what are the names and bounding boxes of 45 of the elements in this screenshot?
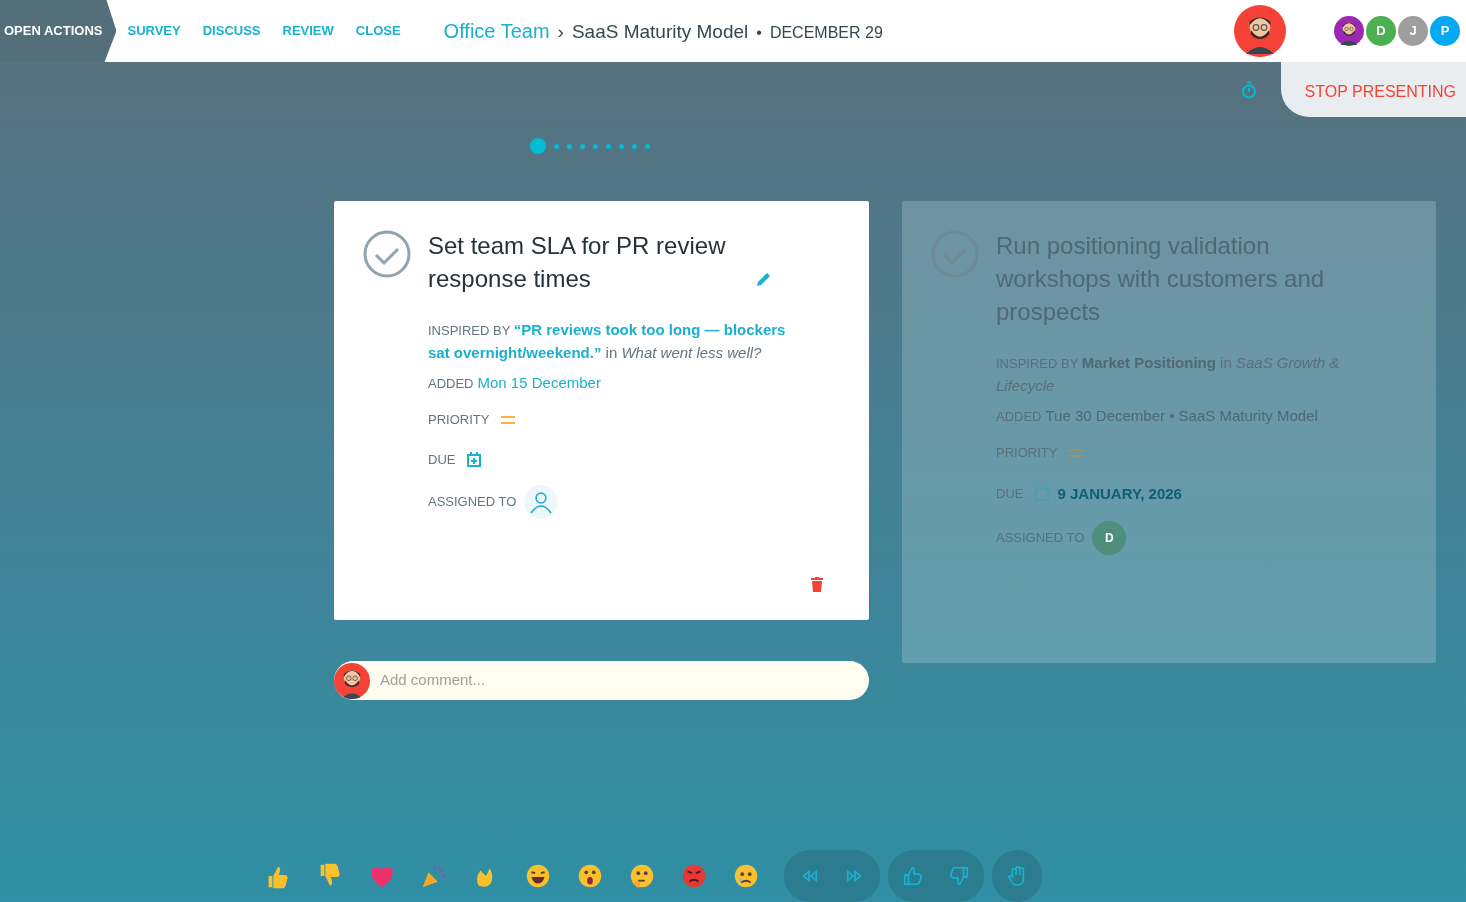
page-dot[interactable] xyxy=(567,143,572,149)
assigned-label: ASSIGNED TO xyxy=(428,493,517,512)
page-dot[interactable] xyxy=(554,143,559,149)
delete-trash-icon[interactable] xyxy=(811,577,823,592)
user-avatar[interactable] xyxy=(1234,5,1286,57)
separator-dot: • xyxy=(756,22,762,43)
page-dot[interactable] xyxy=(593,143,598,149)
inspired-by-text: INSPIRED BY “PR reviews took too long — blockers sat overnight/weekend.” in What went less well? xyxy=(428,320,787,363)
session-date: DECEMBER 29 xyxy=(769,22,883,43)
page-dot[interactable] xyxy=(580,143,585,149)
page-dot[interactable] xyxy=(606,143,611,149)
commenter-avatar xyxy=(334,662,370,699)
thumbs-down-outline-icon[interactable] xyxy=(948,865,970,887)
calendar-icon[interactable] xyxy=(467,451,482,467)
participant-avatar[interactable]: P xyxy=(1428,14,1462,48)
page-dot[interactable] xyxy=(530,138,546,154)
participant-avatar[interactable]: D xyxy=(1364,14,1398,48)
due-label: DUE xyxy=(428,450,456,469)
stage-tab[interactable]: OPEN ACTIONS xyxy=(0,0,117,62)
added-label: ADDED xyxy=(428,375,474,393)
comment-field[interactable]: Add comment... xyxy=(334,661,869,700)
stage-tab[interactable]: SURVEY xyxy=(116,0,192,62)
team-link[interactable]: Office Team xyxy=(443,15,550,46)
complete-check-icon[interactable] xyxy=(362,229,412,279)
priority-label: PRIORITY xyxy=(428,411,490,429)
board-title: SaaS Maturity Model xyxy=(571,19,749,44)
action-title: Set team SLA for PR review response times xyxy=(428,231,727,294)
stage-tab[interactable]: REVIEW xyxy=(271,0,345,62)
stop-presenting-button[interactable]: STOP PRESENTING xyxy=(1280,62,1466,117)
assignee-avatar[interactable]: D xyxy=(1092,521,1127,555)
page-dot[interactable] xyxy=(619,143,624,149)
edit-pencil-icon[interactable] xyxy=(756,271,772,287)
unassigned-user-icon[interactable] xyxy=(524,485,559,519)
stage-tab[interactable]: CLOSE xyxy=(344,0,412,62)
timer-icon[interactable] xyxy=(1240,80,1257,99)
thumbs-up-outline-icon[interactable] xyxy=(902,865,924,887)
added-date: Mon 15 December xyxy=(477,373,601,393)
participant-avatar[interactable]: J xyxy=(1396,14,1430,48)
stage-tab[interactable]: DISCUSS xyxy=(191,0,272,62)
medium-priority-icon[interactable] xyxy=(501,415,516,424)
page-dot[interactable] xyxy=(632,143,637,149)
breadcrumb-separator: › xyxy=(557,19,564,44)
page-dot[interactable] xyxy=(645,143,650,149)
due-date[interactable]: 9 JANUARY, 2026 xyxy=(1057,482,1182,505)
comment-input[interactable]: Add comment... xyxy=(378,668,869,693)
